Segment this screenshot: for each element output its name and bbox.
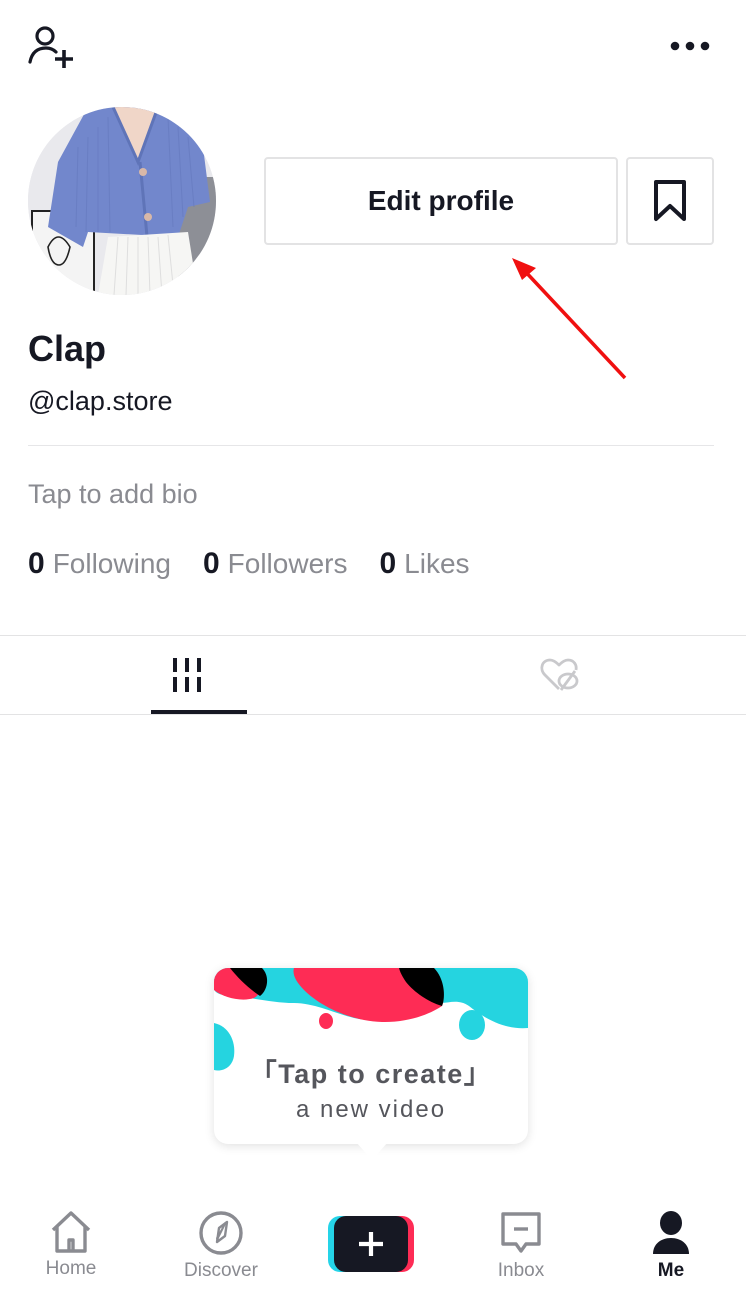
compass-icon xyxy=(199,1211,243,1255)
nav-home-label: Home xyxy=(45,1258,97,1279)
profile-handle: @clap.store xyxy=(28,386,173,416)
add-friend-button[interactable] xyxy=(26,24,78,72)
more-options-button[interactable] xyxy=(668,34,714,58)
nav-me[interactable]: Me xyxy=(630,1210,712,1282)
nav-inbox[interactable]: Inbox xyxy=(480,1210,562,1282)
create-video-button[interactable] xyxy=(328,1216,414,1272)
inbox-icon xyxy=(501,1212,541,1253)
nav-home[interactable]: Home xyxy=(30,1210,112,1280)
annotation-arrow xyxy=(512,258,627,380)
stat-likes[interactable]: 0 Likes xyxy=(379,547,469,581)
home-icon xyxy=(51,1211,91,1253)
followers-count: 0 xyxy=(202,547,220,580)
likes-count: 0 xyxy=(379,547,397,580)
tooltip-title: 「Tap to create」 xyxy=(249,1059,493,1089)
tooltip-tail xyxy=(356,1142,388,1160)
stat-following[interactable]: 0 Following xyxy=(28,547,171,581)
avatar[interactable] xyxy=(28,107,216,295)
stat-followers[interactable]: 0 Followers xyxy=(203,547,348,581)
followers-label: Followers xyxy=(227,548,348,579)
bio-placeholder[interactable]: Tap to add bio xyxy=(28,479,198,510)
bottom-navigation: Home Discover Inbox Me xyxy=(0,1200,746,1297)
more-horizontal-icon xyxy=(670,41,710,51)
favorites-button[interactable] xyxy=(626,157,714,245)
bookmark-icon xyxy=(654,180,686,221)
following-count: 0 xyxy=(28,547,45,580)
nav-inbox-label: Inbox xyxy=(497,1260,545,1281)
profile-stats: 0 Following 0 Followers 0 Likes xyxy=(28,547,470,581)
tab-liked[interactable] xyxy=(373,636,746,714)
person-icon xyxy=(653,1211,689,1254)
tab-videos[interactable] xyxy=(0,636,373,714)
divider xyxy=(28,445,714,446)
tooltip-subtitle: a new video xyxy=(295,1096,447,1123)
avatar-image xyxy=(28,107,216,295)
nav-discover-label: Discover xyxy=(184,1260,258,1281)
following-label: Following xyxy=(52,548,171,579)
person-add-icon xyxy=(28,26,73,68)
edit-profile-button[interactable]: Edit profile xyxy=(264,157,618,245)
grid-icon xyxy=(172,658,201,692)
plus-icon xyxy=(328,1216,414,1272)
profile-name: Clap xyxy=(28,328,107,369)
liked-private-icon xyxy=(539,658,578,691)
create-video-tooltip[interactable]: 「Tap to create」 a new video xyxy=(214,968,528,1160)
likes-label: Likes xyxy=(404,548,470,579)
nav-discover[interactable]: Discover xyxy=(175,1210,267,1282)
nav-me-label: Me xyxy=(657,1260,685,1281)
divider xyxy=(0,714,746,715)
